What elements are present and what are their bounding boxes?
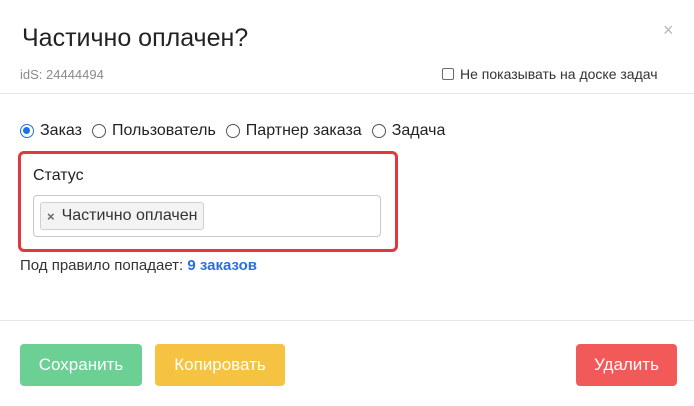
radio-order-partner[interactable]: Партнер заказа [225, 122, 362, 140]
radio-order[interactable]: Заказ [20, 122, 82, 140]
hide-from-board-checkbox-row[interactable]: Не показывать на доске задач [442, 66, 658, 82]
radio-order-label: Заказ [40, 122, 82, 139]
rule-match-info: Под правило попадает: 9 заказов [20, 257, 257, 274]
radio-task[interactable]: Задача [371, 122, 446, 140]
radio-task-label: Задача [391, 122, 446, 139]
footer-divider [0, 320, 694, 321]
close-icon[interactable]: × [663, 21, 674, 39]
ids-label: idS: 24444494 [20, 67, 104, 82]
header-divider [0, 93, 694, 94]
radio-user-circle[interactable] [91, 124, 106, 138]
hide-from-board-label: Не показывать на доске задач [460, 66, 658, 82]
radio-order-partner-circle[interactable] [225, 124, 240, 138]
rule-match-prefix: Под правило попадает: [20, 257, 184, 274]
radio-order-circle[interactable] [20, 124, 34, 138]
scope-radio-group: Заказ Пользователь Партнер заказа Задача [20, 122, 455, 140]
status-label: Статус [33, 167, 84, 184]
delete-button[interactable]: Удалить [576, 344, 677, 386]
save-button[interactable]: Сохранить [20, 344, 142, 386]
remove-chip-icon[interactable]: × [47, 209, 55, 224]
status-chip: × Частично оплачен [40, 202, 205, 230]
status-chip-label: Частично оплачен [61, 207, 198, 224]
rule-match-count-link[interactable]: 9 заказов [187, 257, 257, 274]
copy-button[interactable]: Копировать [155, 344, 285, 386]
radio-user[interactable]: Пользователь [91, 122, 216, 140]
radio-user-label: Пользователь [111, 122, 216, 139]
radio-task-circle[interactable] [371, 124, 386, 138]
radio-order-partner-label: Партнер заказа [245, 122, 362, 139]
dialog-title: Частично оплачен? [22, 24, 249, 52]
hide-from-board-checkbox[interactable] [442, 68, 454, 80]
